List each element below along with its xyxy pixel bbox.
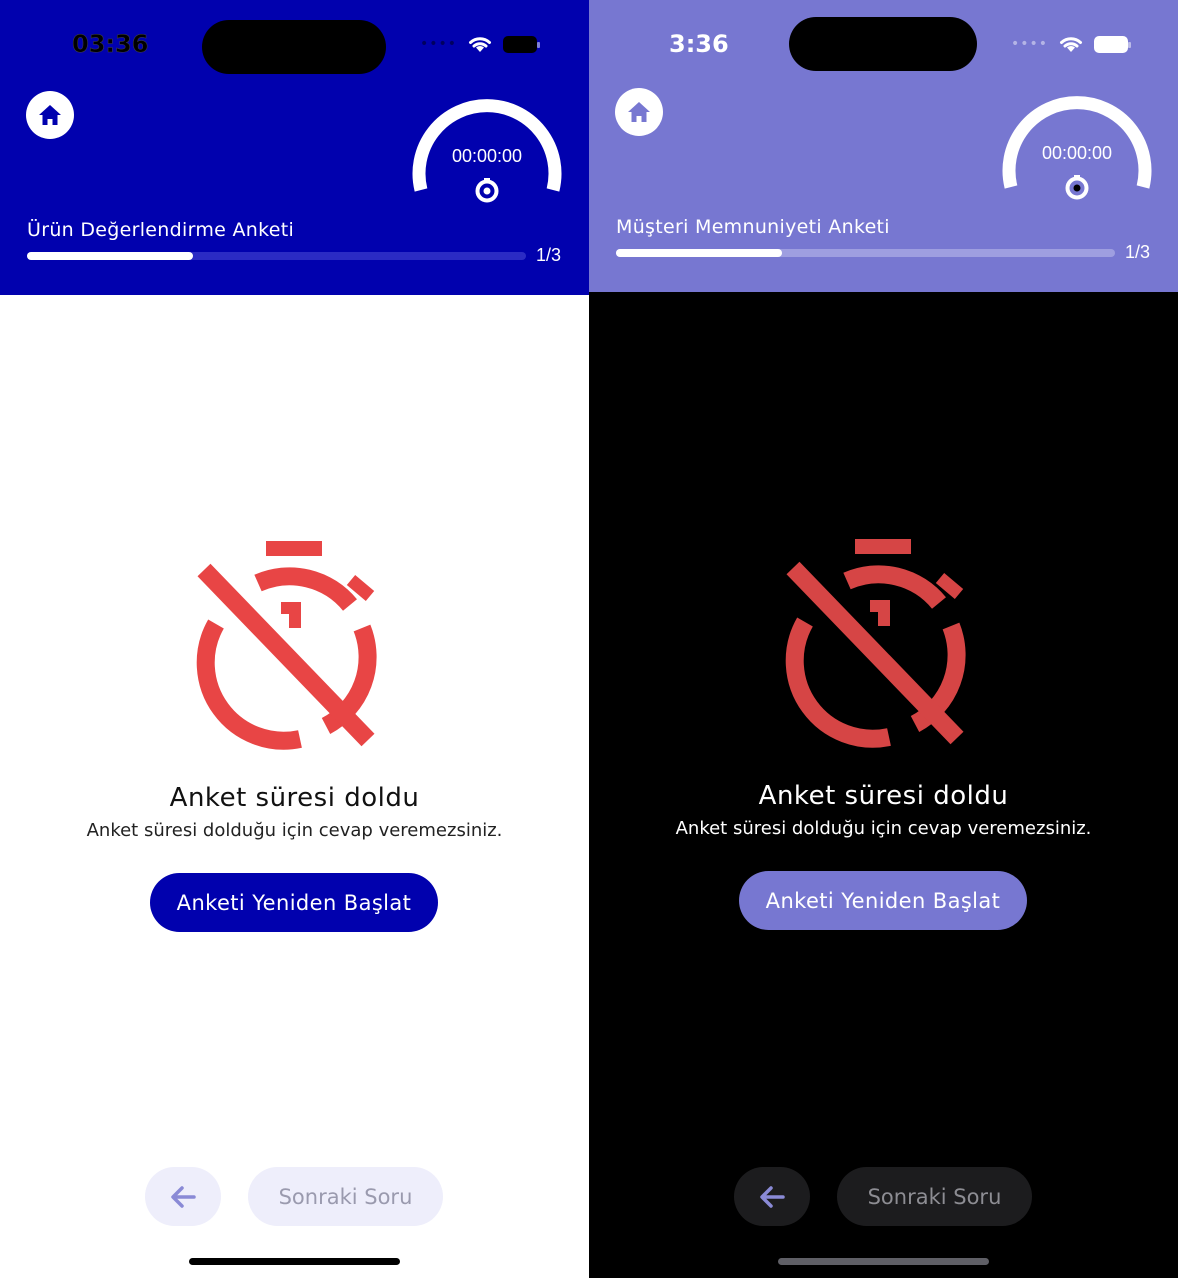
progress-bar bbox=[616, 249, 1115, 257]
arrow-left-icon bbox=[171, 1185, 196, 1208]
wifi-icon bbox=[469, 37, 492, 52]
countdown-timer: 00:00:00 bbox=[412, 90, 562, 210]
wifi-icon bbox=[1060, 37, 1083, 52]
status-icons: •••• bbox=[420, 34, 541, 54]
target-icon bbox=[475, 178, 499, 203]
home-icon bbox=[39, 105, 61, 125]
light-mode-screen: 03:36 •••• 00:00:00 Ürün Değerlendirme A… bbox=[0, 0, 589, 1278]
battery-icon bbox=[1094, 35, 1132, 53]
timer-off-icon bbox=[785, 539, 966, 748]
progress-fill bbox=[27, 252, 194, 260]
survey-title: Müşteri Memnuniyeti Anketi bbox=[616, 216, 890, 238]
progress-fill bbox=[616, 249, 783, 257]
survey-header: 3:36 •••• 00:00:00 Müşteri Memnuniyeti A… bbox=[589, 0, 1178, 292]
expired-subtitle: Anket süresi dolduğu için cevap veremezs… bbox=[86, 820, 503, 841]
expired-subtitle: Anket süresi dolduğu için cevap veremezs… bbox=[675, 818, 1092, 839]
arrow-left-icon bbox=[760, 1185, 785, 1208]
progress-count: 1/3 bbox=[1125, 242, 1151, 262]
next-question-button[interactable]: Sonraki Soru bbox=[837, 1167, 1032, 1226]
expired-title: Anket süresi doldu bbox=[758, 781, 1009, 811]
expired-title: Anket süresi doldu bbox=[169, 783, 420, 813]
signal-icon: •••• bbox=[1011, 36, 1049, 52]
home-button[interactable] bbox=[615, 88, 663, 136]
dark-mode-screen: 3:36 •••• 00:00:00 Müşteri Memnuniyeti A… bbox=[589, 0, 1178, 1278]
progress-bar bbox=[27, 252, 526, 260]
dynamic-island bbox=[789, 17, 977, 71]
target-icon bbox=[1065, 175, 1089, 200]
battery-icon bbox=[503, 35, 541, 53]
home-indicator bbox=[778, 1258, 989, 1265]
countdown-timer: 00:00:00 bbox=[1002, 87, 1152, 207]
dynamic-island bbox=[202, 20, 386, 74]
progress-count: 1/3 bbox=[536, 245, 562, 265]
restart-survey-button[interactable]: Anketi Yeniden Başlat bbox=[150, 873, 438, 932]
next-question-button[interactable]: Sonraki Soru bbox=[248, 1167, 443, 1226]
survey-header: 03:36 •••• 00:00:00 Ürün Değerlendirme A… bbox=[0, 0, 589, 295]
home-button[interactable] bbox=[26, 91, 74, 139]
previous-question-button[interactable] bbox=[734, 1167, 810, 1226]
restart-survey-button[interactable]: Anketi Yeniden Başlat bbox=[739, 871, 1027, 930]
status-icons: •••• bbox=[1011, 34, 1132, 54]
survey-title: Ürün Değerlendirme Anketi bbox=[27, 219, 295, 241]
status-time: 03:36 bbox=[72, 30, 149, 59]
status-time: 3:36 bbox=[669, 30, 729, 58]
timer-value: 00:00:00 bbox=[1041, 143, 1113, 163]
timer-off-icon bbox=[196, 541, 377, 750]
previous-question-button[interactable] bbox=[145, 1167, 221, 1226]
home-indicator bbox=[189, 1258, 400, 1265]
signal-icon: •••• bbox=[420, 36, 458, 52]
timer-value: 00:00:00 bbox=[451, 146, 523, 166]
home-icon bbox=[628, 102, 650, 122]
